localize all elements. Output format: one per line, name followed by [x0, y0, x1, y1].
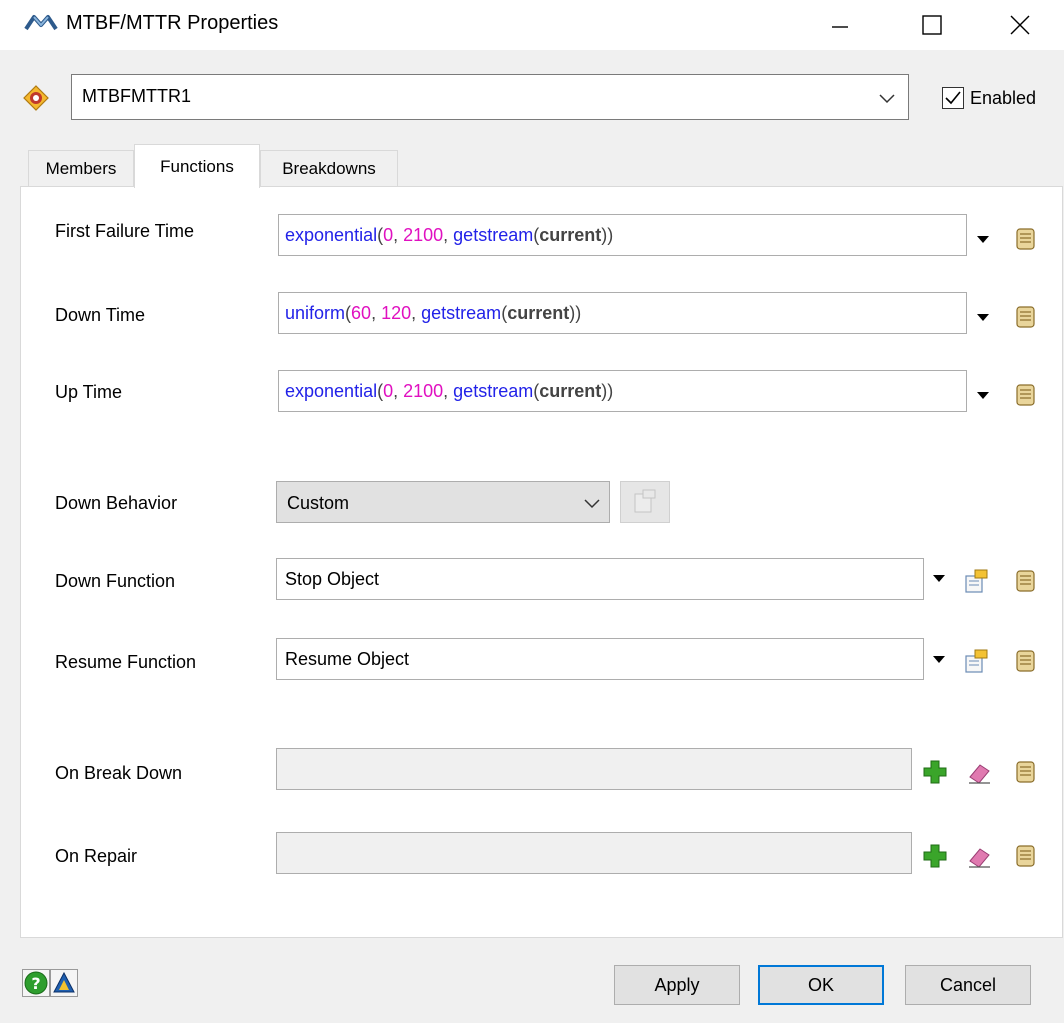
flexsim-triangle-icon: [53, 971, 75, 993]
down-behavior-value: Custom: [287, 493, 350, 513]
down-time-field[interactable]: uniform(60, 120, getstream(current)): [278, 292, 967, 334]
code-token: 2100: [403, 381, 444, 401]
down-behavior-select[interactable]: Custom: [276, 481, 610, 523]
eraser-icon[interactable]: [966, 759, 992, 785]
close-icon: [1010, 15, 1030, 35]
dropdown-arrow-icon[interactable]: [976, 391, 990, 400]
down-behavior-properties-button[interactable]: [620, 481, 670, 523]
code-token: exponential: [285, 225, 378, 245]
up-time-label: Up Time: [55, 382, 123, 402]
script-edit-icon[interactable]: [1012, 759, 1038, 785]
on-break-down-field[interactable]: [276, 748, 912, 790]
script-edit-icon[interactable]: [1012, 648, 1038, 674]
down-function-label: Down Function: [55, 571, 176, 591]
down-time-label: Down Time: [55, 305, 146, 325]
object-name: MTBFMTTR1: [82, 86, 191, 106]
enabled-label: Enabled: [970, 88, 1037, 108]
code-token: current: [507, 303, 570, 323]
tab-breakdowns[interactable]: Breakdowns: [260, 150, 398, 186]
on-repair-field[interactable]: [276, 832, 912, 874]
flexscript-button[interactable]: [50, 969, 78, 997]
on-break-down-label: On Break Down: [55, 763, 183, 783]
first-failure-time-field[interactable]: exponential(0, 2100, getstream(current)): [278, 214, 967, 256]
code-token: 0: [383, 225, 394, 245]
down-behavior-label: Down Behavior: [55, 493, 178, 513]
code-token: 60: [351, 303, 372, 323]
code-token: ,: [443, 381, 454, 401]
code-token: getstream: [453, 381, 534, 401]
dropdown-arrow-icon[interactable]: [976, 235, 990, 244]
code-token: ,: [371, 303, 382, 323]
up-time-field[interactable]: exponential(0, 2100, getstream(current)): [278, 370, 967, 412]
mtbf-mttr-icon: [24, 15, 58, 31]
script-edit-icon[interactable]: [1012, 304, 1038, 330]
chevron-down-icon: [879, 94, 895, 104]
object-selector[interactable]: MTBFMTTR1: [71, 74, 909, 120]
code-token: 120: [381, 303, 412, 323]
script-edit-icon[interactable]: [1012, 382, 1038, 408]
code-token: getstream: [453, 225, 534, 245]
code-token: 0: [383, 381, 394, 401]
code-token: current: [539, 225, 602, 245]
properties-icon: [634, 489, 656, 513]
code-token: exponential: [285, 381, 378, 401]
dropdown-arrow-icon[interactable]: [932, 655, 946, 664]
enabled-checkbox[interactable]: [942, 87, 964, 109]
checkmark-icon: [945, 91, 961, 105]
svg-text:?: ?: [31, 974, 40, 993]
apply-button[interactable]: Apply: [614, 965, 740, 1005]
mtbf-object-icon: [23, 85, 49, 111]
maximize-button[interactable]: [900, 0, 964, 50]
code-token: ,: [393, 225, 404, 245]
resume-function-label: Resume Function: [55, 652, 197, 672]
minimize-button[interactable]: [808, 0, 872, 50]
code-token: ,: [443, 225, 454, 245]
add-icon[interactable]: [922, 843, 948, 869]
close-button[interactable]: [988, 0, 1052, 50]
maximize-icon: [922, 15, 942, 35]
cancel-button[interactable]: Cancel: [905, 965, 1031, 1005]
code-token: getstream: [421, 303, 502, 323]
properties-icon[interactable]: [963, 648, 989, 674]
on-repair-label: On Repair: [55, 846, 138, 866]
tab-members[interactable]: Members: [28, 150, 134, 186]
help-button[interactable]: ?: [22, 969, 50, 997]
code-token: uniform: [285, 303, 346, 323]
code-token: 2100: [403, 225, 444, 245]
minimize-icon: [832, 26, 848, 28]
tab-functions[interactable]: Functions: [134, 144, 260, 188]
ok-button[interactable]: OK: [758, 965, 884, 1005]
dropdown-arrow-icon[interactable]: [976, 313, 990, 322]
chevron-down-icon: [584, 499, 600, 509]
properties-icon[interactable]: [963, 568, 989, 594]
resume-function-field[interactable]: Resume Object: [276, 638, 924, 680]
dropdown-arrow-icon[interactable]: [932, 574, 946, 583]
first-failure-time-label: First Failure Time: [55, 221, 195, 241]
script-edit-icon[interactable]: [1012, 568, 1038, 594]
code-token: )): [601, 381, 614, 401]
down-function-field[interactable]: Stop Object: [276, 558, 924, 600]
code-token: ,: [393, 381, 404, 401]
code-token: )): [569, 303, 582, 323]
help-icon: ?: [24, 971, 48, 995]
eraser-icon[interactable]: [966, 843, 992, 869]
script-edit-icon[interactable]: [1012, 843, 1038, 869]
code-token: current: [539, 381, 602, 401]
code-token: ,: [411, 303, 422, 323]
script-edit-icon[interactable]: [1012, 226, 1038, 252]
add-icon[interactable]: [922, 759, 948, 785]
code-token: )): [601, 225, 614, 245]
window-title: MTBF/MTTR Properties: [66, 12, 279, 34]
